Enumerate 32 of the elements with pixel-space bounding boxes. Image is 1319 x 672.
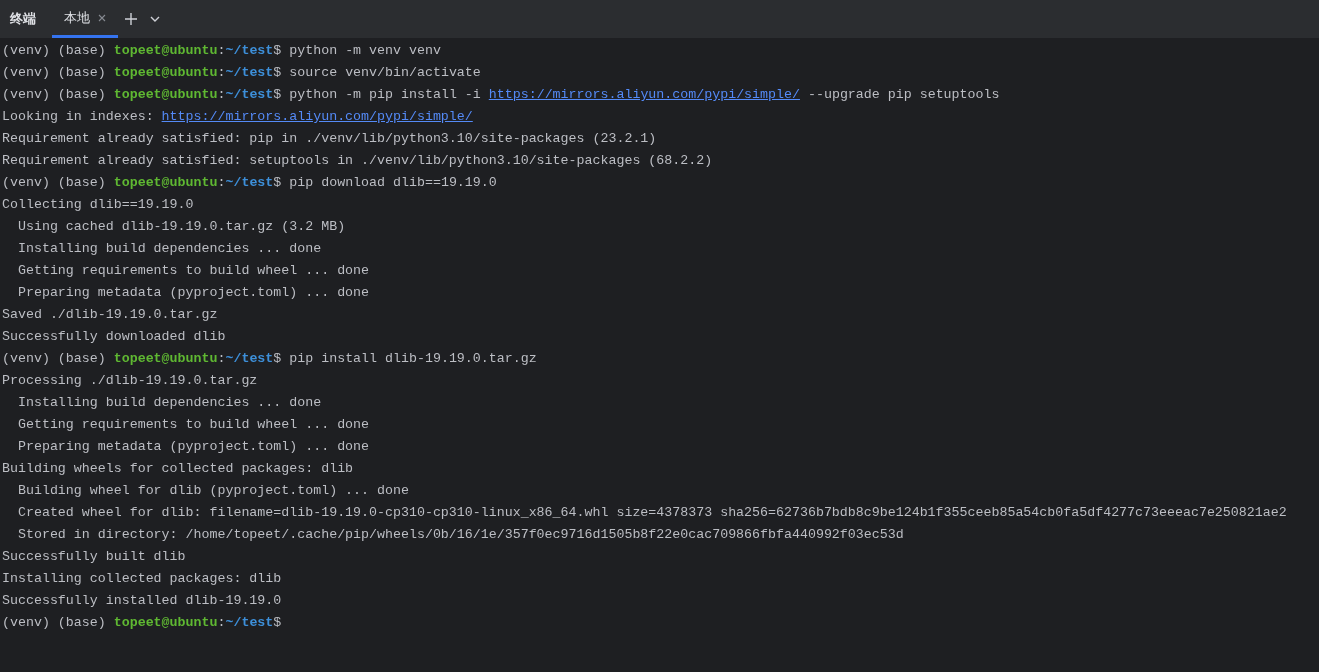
terminal-line: (venv) (base) topeet@ubuntu:~/test$ python -m venv venv (2, 43, 441, 58)
terminal-line: Using cached dlib-19.19.0.tar.gz (3.2 MB) (16, 219, 346, 234)
terminal-line: (venv) (base) topeet@ubuntu:~/test$ source venv/bin/activate (2, 65, 481, 80)
terminal-line: (venv) (base) topeet@ubuntu:~/test$ python -m pip install -i https://mirrors.aliyun.com/pypi/simple/ --upgrade pip setuptools (2, 87, 1000, 102)
terminal-line: Preparing metadata (pyproject.toml) ... done (16, 285, 370, 300)
terminal-line: Successfully built dlib (2, 549, 186, 564)
terminal-line: Requirement already satisfied: pip in ./venv/lib/python3.10/site-packages (23.2.1) (2, 131, 657, 146)
terminal-line: (venv) (base) topeet@ubuntu:~/test$ (2, 615, 282, 630)
terminal-line: Getting requirements to build wheel ... done (16, 417, 370, 432)
terminal-line: Successfully downloaded dlib (2, 329, 226, 344)
terminal-line: Processing ./dlib-19.19.0.tar.gz (2, 373, 258, 388)
terminal-line: Collecting dlib==19.19.0 (2, 197, 194, 212)
terminal-line: Installing build dependencies ... done (16, 395, 322, 410)
panel-title: 终端 (9, 10, 37, 29)
terminal-line: Preparing metadata (pyproject.toml) ... done (16, 439, 370, 454)
terminal-line: Stored in directory: /home/topeet/.cache/pip/wheels/0b/16/1e/357f0ec9716d1505b8f22e0cac709866fbfa440992f03ec53d (16, 527, 904, 542)
terminal-line: Installing collected packages: dlib (2, 571, 282, 586)
terminal-line: Saved ./dlib-19.19.0.tar.gz (2, 307, 218, 322)
url-link[interactable]: https://mirrors.aliyun.com/pypi/simple/ (488, 87, 800, 102)
close-icon[interactable] (98, 13, 106, 22)
terminal-line: Requirement already satisfied: setuptools in ./venv/lib/python3.10/site-packages (68.2.2) (2, 153, 713, 168)
terminal-line: Created wheel for dlib: filename=dlib-19.19.0-cp310-cp310-linux_x86_64.whl size=4378373 sha256=62736b7bdb8c9be124b1f355ceeb85a54cb0fa5df4277c73eeeac7e250821ae2 (16, 505, 1287, 520)
terminal-line: Getting requirements to build wheel ... done (16, 263, 370, 278)
terminal-tab[interactable]: 本地 (52, 0, 118, 38)
terminal-line: Building wheel for dlib (pyproject.toml) ... done (16, 483, 409, 498)
terminal-line: Building wheels for collected packages: dlib (2, 461, 354, 476)
terminal-line: Successfully installed dlib-19.19.0 (2, 593, 282, 608)
terminal-line: Looking in indexes: https://mirrors.aliyun.com/pypi/simple/ (2, 109, 473, 124)
terminal-line: (venv) (base) topeet@ubuntu:~/test$ pip install dlib-19.19.0.tar.gz (2, 351, 537, 366)
terminal-line: (venv) (base) topeet@ubuntu:~/test$ pip download dlib==19.19.0 (2, 175, 497, 190)
terminal-line: Installing build dependencies ... done (16, 241, 322, 256)
url-link[interactable]: https://mirrors.aliyun.com/pypi/simple/ (161, 109, 473, 124)
